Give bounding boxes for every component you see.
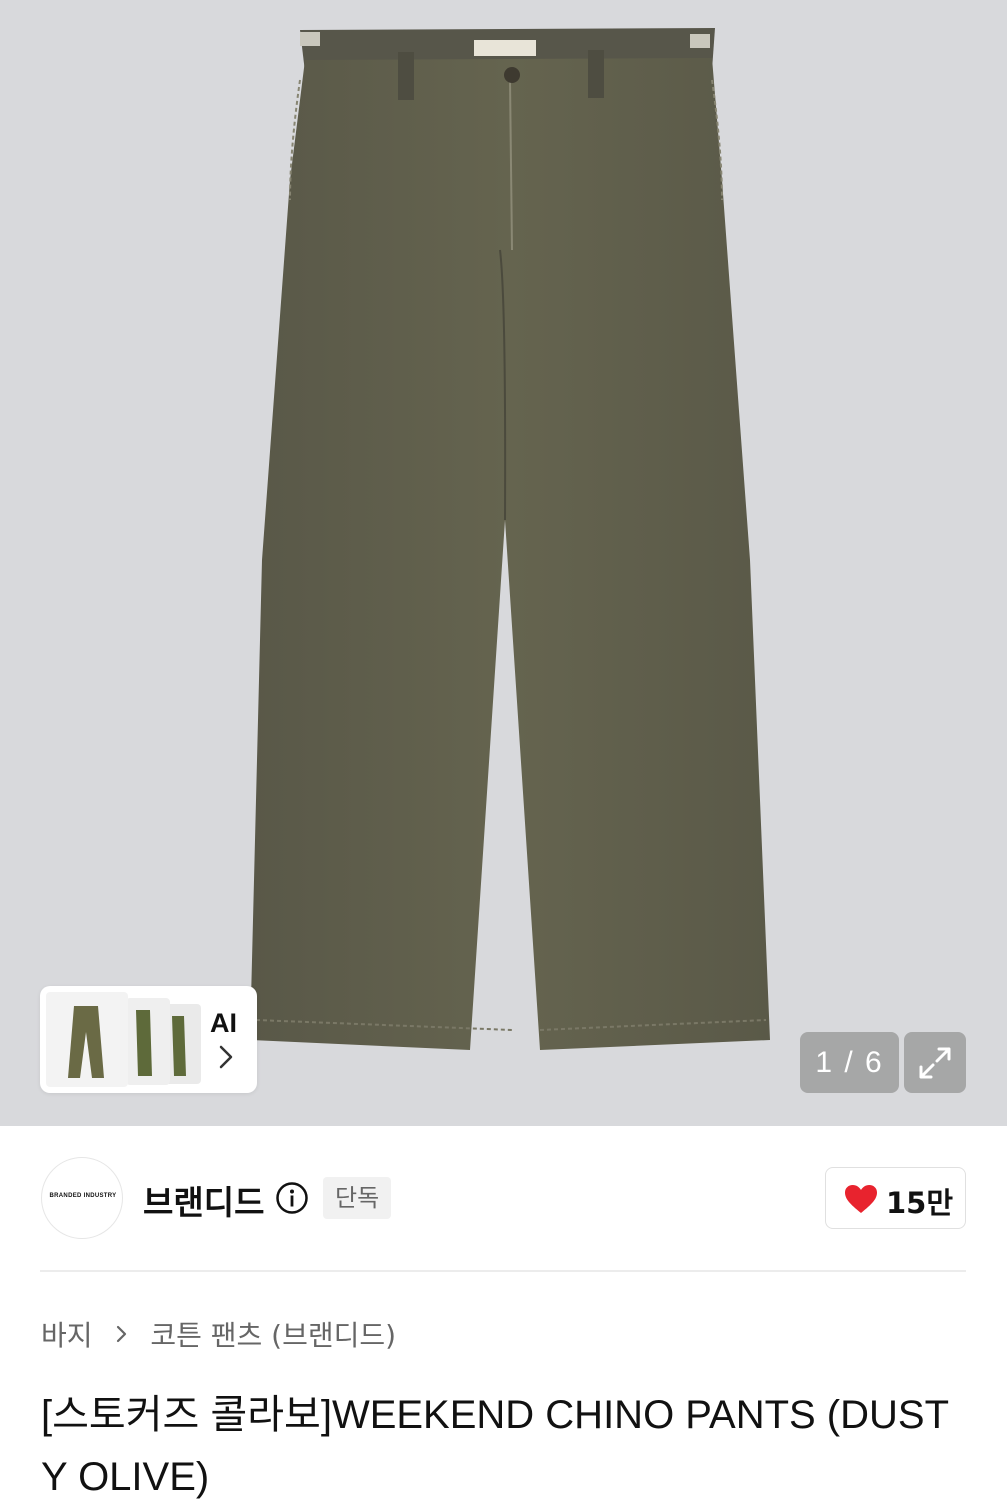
chevron-right-icon [219,1045,233,1069]
ai-recommend-card[interactable]: AI [40,986,257,1093]
like-count: 15만 [886,1186,954,1220]
info-icon[interactable] [275,1181,309,1215]
exclusive-badge: 단독 [323,1177,392,1219]
brand-logo[interactable]: BRANDED INDUSTRY [41,1157,123,1239]
breadcrumb-item-category[interactable]: 바지 [41,1314,93,1354]
product-image-gallery[interactable]: AI 1 / 6 [0,0,1007,1126]
ai-thumbnails [46,992,201,1087]
expand-icon [919,1047,951,1079]
expand-button[interactable] [904,1032,966,1093]
brand-name[interactable]: 브랜디드 [143,1176,264,1224]
ai-label: AI [210,1008,237,1038]
breadcrumb: 바지 코튼 팬츠 (브랜디드) [41,1314,396,1354]
heart-icon [845,1185,877,1213]
product-title: [스토커즈 콜라보]WEEKEND CHINO PANTS (DUSTY OLI… [41,1393,950,1499]
product-image [250,28,770,1050]
brand-logo-text: BRANDED INDUSTRY [49,1193,117,1199]
image-counter: 1 / 6 [800,1032,899,1093]
chevron-right-icon [117,1325,127,1343]
divider [40,1270,966,1272]
breadcrumb-item-subcategory[interactable]: 코튼 팬츠 (브랜디드) [150,1314,396,1354]
like-button[interactable]: 15만 [825,1167,966,1229]
